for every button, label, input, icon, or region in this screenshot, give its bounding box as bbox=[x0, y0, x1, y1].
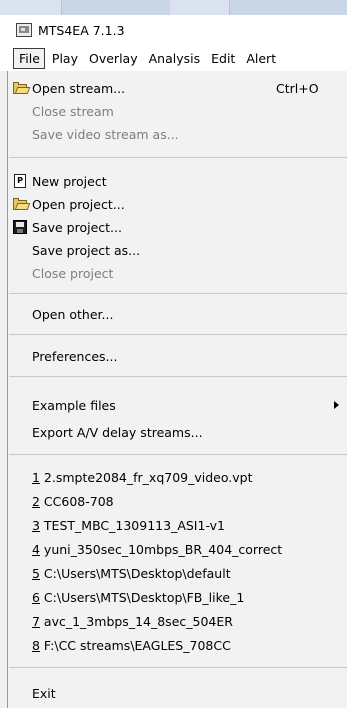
menu-item-save-project-as[interactable]: Save project as... bbox=[8, 239, 347, 261]
menu-item-label: Close project bbox=[32, 265, 114, 281]
title-bar: MTS4EA 7.1.3 bbox=[0, 15, 347, 45]
recent-file-item[interactable]: 5 C:\Users\MTS\Desktop\default bbox=[8, 562, 347, 584]
recent-file-label: 3 TEST_MBC_1309113_ASI1-v1 bbox=[32, 518, 225, 533]
file-dropdown-menu: Open stream... Ctrl+O Close stream Save … bbox=[7, 71, 347, 708]
menu-edit[interactable]: Edit bbox=[206, 49, 239, 68]
menu-item-label: Save video stream as... bbox=[32, 126, 179, 142]
accelerator-key: 7 bbox=[32, 613, 40, 629]
recent-file-item[interactable]: 1 2.smpte2084_fr_xq709_video.vpt bbox=[8, 466, 347, 488]
open-folder-icon bbox=[13, 198, 31, 210]
accelerator-key: 4 bbox=[32, 541, 40, 557]
menu-item-label: Export A/V delay streams... bbox=[32, 424, 203, 440]
save-disk-icon bbox=[13, 220, 27, 234]
menu-item-label: Close stream bbox=[32, 103, 114, 119]
menu-separator bbox=[9, 157, 347, 158]
menu-item-label: Open other... bbox=[32, 306, 114, 322]
app-icon bbox=[16, 23, 32, 37]
menu-item-close-project[interactable]: Close project bbox=[8, 262, 347, 284]
recent-file-name: yuni_350sec_10mbps_BR_404_correct bbox=[39, 541, 283, 557]
menu-item-open-other[interactable]: Open other... bbox=[8, 303, 347, 325]
recent-file-label: 1 2.smpte2084_fr_xq709_video.vpt bbox=[32, 470, 253, 485]
menu-item-example-files[interactable]: Example files bbox=[8, 394, 347, 416]
menu-item-save-project[interactable]: Save project... bbox=[8, 216, 347, 238]
recent-file-label: 8 F:\CC streams\EAGLES_708CC bbox=[32, 638, 231, 653]
menu-bar: File Play Overlay Analysis Edit Alert bbox=[0, 45, 347, 71]
menu-item-label: New project bbox=[32, 173, 107, 189]
recent-file-label: 6 C:\Users\MTS\Desktop\FB_like_1 bbox=[32, 590, 244, 605]
menu-item-preferences[interactable]: Preferences... bbox=[8, 345, 347, 367]
menu-separator bbox=[9, 293, 347, 294]
background-window-strip bbox=[0, 0, 347, 15]
menu-analysis[interactable]: Analysis bbox=[144, 49, 205, 68]
accelerator-key: 3 bbox=[32, 517, 40, 533]
recent-file-label: 2 CC608-708 bbox=[32, 494, 114, 509]
menu-overlay[interactable]: Overlay bbox=[84, 49, 142, 68]
background-tab bbox=[0, 0, 62, 15]
recent-file-label: 5 C:\Users\MTS\Desktop\default bbox=[32, 566, 231, 581]
window-title: MTS4EA 7.1.3 bbox=[38, 22, 125, 38]
recent-file-name: avc_1_3mbps_14_8sec_504ER bbox=[39, 613, 233, 629]
new-project-icon: P bbox=[14, 174, 26, 188]
recent-file-label: 7 avc_1_3mbps_14_8sec_504ER bbox=[32, 614, 233, 629]
recent-file-item[interactable]: 8 F:\CC streams\EAGLES_708CC bbox=[8, 634, 347, 656]
recent-file-name: 2.smpte2084_fr_xq709_video.vpt bbox=[39, 469, 253, 485]
background-tab bbox=[170, 0, 230, 15]
submenu-arrow-icon bbox=[334, 401, 339, 409]
menu-separator bbox=[9, 667, 347, 668]
menu-item-label: Open project... bbox=[32, 196, 125, 212]
menu-separator bbox=[9, 334, 347, 335]
recent-file-name: C:\Users\MTS\Desktop\FB_like_1 bbox=[39, 589, 245, 605]
accelerator-key: 1 bbox=[32, 469, 40, 485]
menu-item-export-av-delay-streams[interactable]: Export A/V delay streams... bbox=[8, 421, 347, 443]
menu-item-save-video-stream-as[interactable]: Save video stream as... bbox=[8, 123, 347, 145]
accelerator-key: 5 bbox=[32, 565, 40, 581]
recent-file-name: F:\CC streams\EAGLES_708CC bbox=[39, 637, 231, 653]
open-folder-icon bbox=[13, 82, 31, 94]
recent-file-item[interactable]: 2 CC608-708 bbox=[8, 490, 347, 512]
recent-file-name: TEST_MBC_1309113_ASI1-v1 bbox=[39, 517, 225, 533]
accelerator-key: 8 bbox=[32, 637, 40, 653]
recent-file-item[interactable]: 4 yuni_350sec_10mbps_BR_404_correct bbox=[8, 538, 347, 560]
recent-file-item[interactable]: 3 TEST_MBC_1309113_ASI1-v1 bbox=[8, 514, 347, 536]
menu-item-exit[interactable]: Exit bbox=[8, 682, 347, 704]
menu-play[interactable]: Play bbox=[47, 49, 82, 68]
recent-file-name: CC608-708 bbox=[39, 493, 114, 509]
recent-file-label: 4 yuni_350sec_10mbps_BR_404_correct bbox=[32, 542, 282, 557]
menu-item-label: Example files bbox=[32, 397, 116, 413]
menu-item-shortcut: Ctrl+O bbox=[276, 80, 319, 96]
menu-item-label: Save project as... bbox=[32, 242, 141, 258]
accelerator-key: 2 bbox=[32, 493, 40, 509]
recent-file-item[interactable]: 7 avc_1_3mbps_14_8sec_504ER bbox=[8, 610, 347, 632]
menu-item-new-project[interactable]: P New project bbox=[8, 170, 347, 192]
menu-item-label: Open stream... bbox=[32, 80, 126, 96]
accelerator-key: 6 bbox=[32, 589, 40, 605]
menu-separator bbox=[9, 454, 347, 455]
menu-alert[interactable]: Alert bbox=[241, 49, 280, 68]
menu-item-label: Save project... bbox=[32, 219, 122, 235]
menu-item-open-stream[interactable]: Open stream... Ctrl+O bbox=[8, 77, 347, 99]
menu-item-close-stream[interactable]: Close stream bbox=[8, 100, 347, 122]
menu-item-open-project[interactable]: Open project... bbox=[8, 193, 347, 215]
menu-item-label: Exit bbox=[32, 685, 56, 701]
recent-file-item[interactable]: 6 C:\Users\MTS\Desktop\FB_like_1 bbox=[8, 586, 347, 608]
menu-file[interactable]: File bbox=[13, 47, 45, 69]
recent-file-name: C:\Users\MTS\Desktop\default bbox=[39, 565, 231, 581]
window-left-edge bbox=[0, 71, 7, 708]
menu-item-label: Preferences... bbox=[32, 348, 118, 364]
menu-separator bbox=[9, 376, 347, 377]
